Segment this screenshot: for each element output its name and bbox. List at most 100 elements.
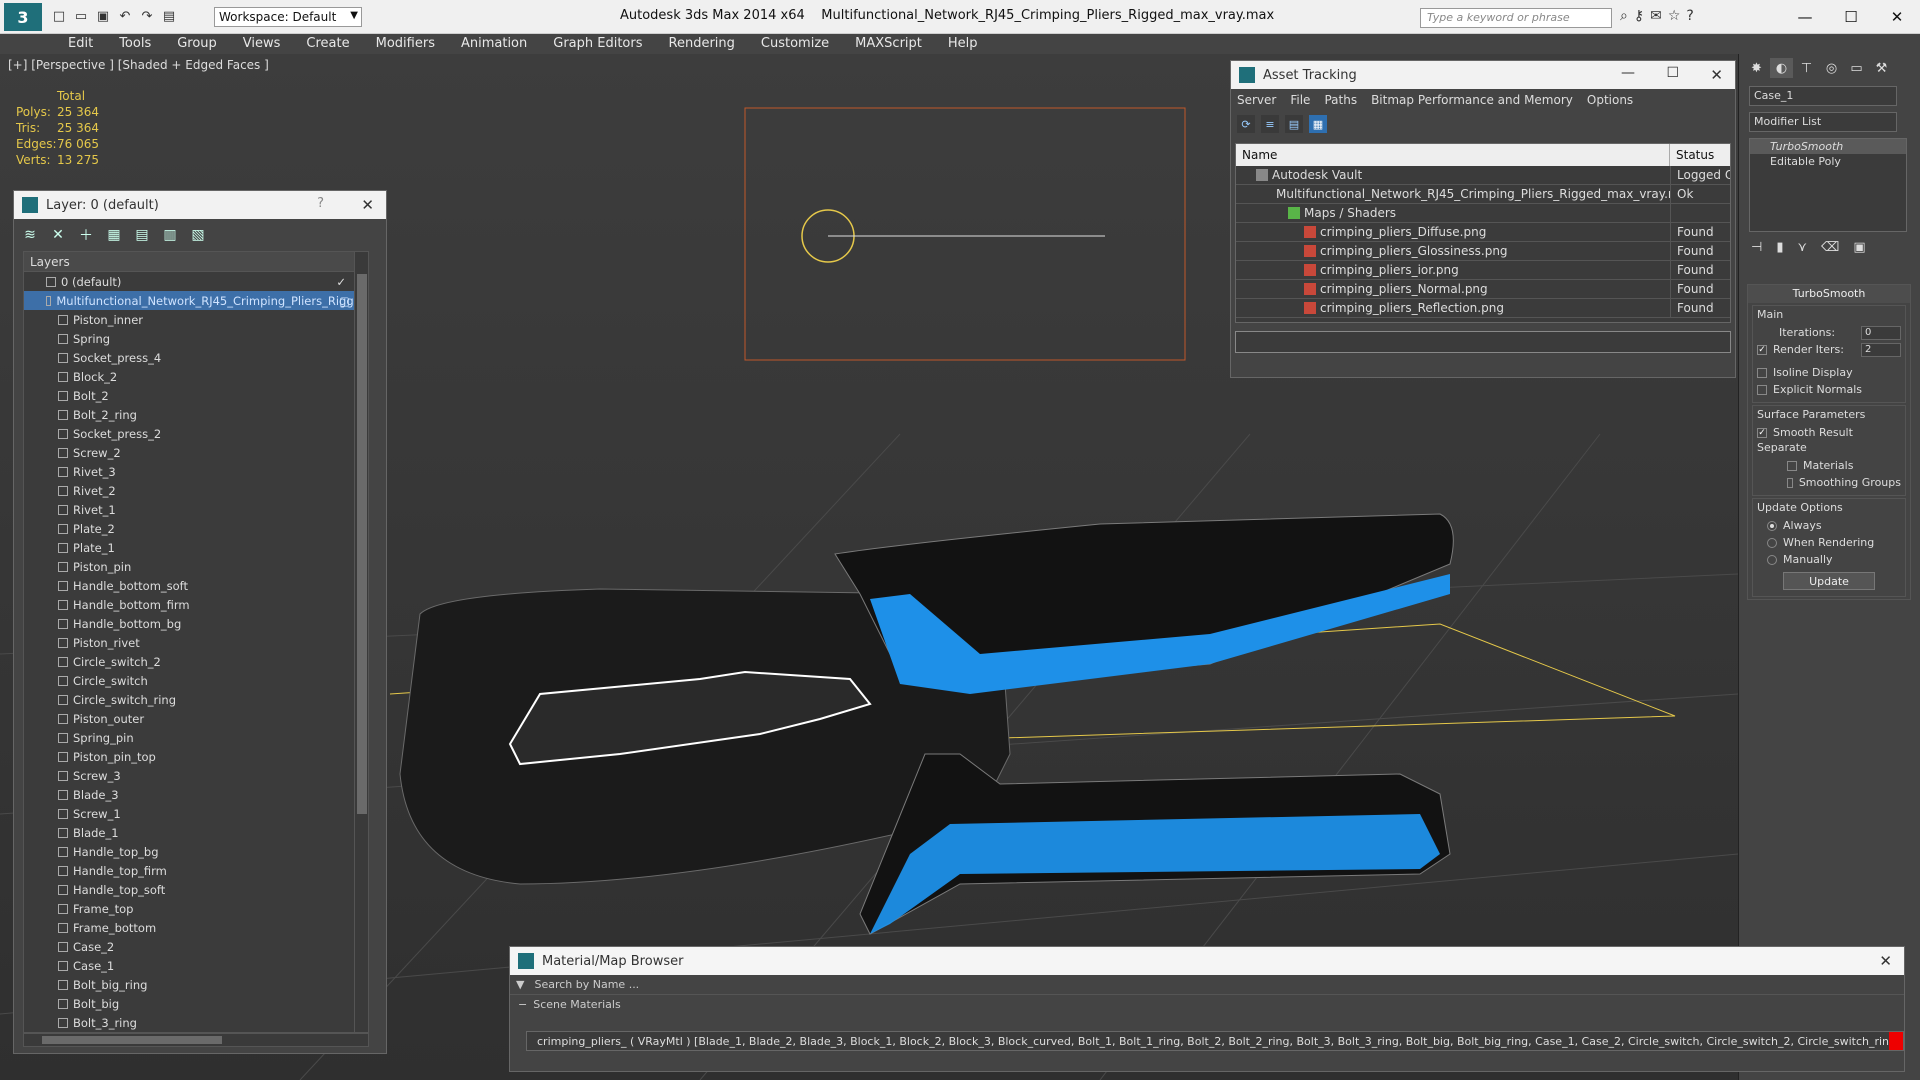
isoline-checkbox[interactable] xyxy=(1757,367,1767,378)
pin-stack-icon[interactable]: ⊣ xyxy=(1751,240,1762,255)
grid-view-icon[interactable]: ▦ xyxy=(1309,115,1327,133)
layer-item[interactable]: Piston_rivet xyxy=(24,633,368,652)
asset-menu-bitmap-performance-and-memory[interactable]: Bitmap Performance and Memory xyxy=(1371,93,1573,107)
layer-item[interactable]: Piston_inner xyxy=(24,310,368,329)
menu-item-rendering[interactable]: Rendering xyxy=(656,34,748,54)
motion-tab-icon[interactable]: ◎ xyxy=(1820,58,1843,78)
layer-item[interactable]: Spring_pin xyxy=(24,728,368,747)
show-end-result-icon[interactable]: ▮ xyxy=(1776,240,1783,255)
display-tab-icon[interactable]: ▭ xyxy=(1845,58,1868,78)
menu-item-help[interactable]: Help xyxy=(935,34,991,54)
materials-checkbox[interactable] xyxy=(1787,460,1797,471)
layer-item[interactable]: Bolt_big xyxy=(24,994,368,1013)
menu-item-maxscript[interactable]: MAXScript xyxy=(842,34,935,54)
asset-row[interactable]: Maps / Shaders xyxy=(1236,204,1730,223)
layer-item[interactable]: Piston_pin xyxy=(24,557,368,576)
iterations-spinner[interactable]: 0 xyxy=(1861,325,1901,340)
viewport-label[interactable]: [+] [Perspective ] [Shaded + Edged Faces… xyxy=(8,58,269,72)
remove-modifier-icon[interactable]: ⌫ xyxy=(1821,240,1839,255)
menu-item-tools[interactable]: Tools xyxy=(106,34,164,54)
asset-row[interactable]: Multifunctional_Network_RJ45_Crimping_Pl… xyxy=(1236,185,1730,204)
modifier-list-dropdown[interactable]: Modifier List xyxy=(1749,112,1897,132)
column-name[interactable]: Name xyxy=(1236,144,1670,166)
redo-icon[interactable]: ↷ xyxy=(138,7,156,25)
layer-item[interactable]: Screw_1 xyxy=(24,804,368,823)
layer-item[interactable]: Handle_bottom_firm xyxy=(24,595,368,614)
explicit-normals-checkbox[interactable] xyxy=(1757,384,1767,395)
asset-row[interactable]: crimping_pliers_Reflection.png Found xyxy=(1236,299,1730,318)
layer-item[interactable]: Piston_pin_top xyxy=(24,747,368,766)
asset-menu-file[interactable]: File xyxy=(1290,93,1310,107)
maximize-icon[interactable]: ☐ xyxy=(1828,0,1874,34)
material-row[interactable]: crimping_pliers_ ( VRayMtl ) [Blade_1, B… xyxy=(526,1031,1904,1051)
stack-item-editable-poly[interactable]: Editable Poly xyxy=(1750,154,1906,169)
layer-item[interactable]: 0 (default) ✓ xyxy=(24,272,368,291)
menu-item-group[interactable]: Group xyxy=(164,34,230,54)
layer-item[interactable]: Blade_3 xyxy=(24,785,368,804)
layer-panel-titlebar[interactable]: Layer: 0 (default) ? ✕ xyxy=(14,191,386,219)
help-icon[interactable]: ? xyxy=(1686,8,1693,24)
asset-menu-server[interactable]: Server xyxy=(1237,93,1276,107)
update-button[interactable]: Update xyxy=(1783,572,1875,590)
render-iters-spinner[interactable]: 2 xyxy=(1861,342,1901,357)
asset-menu-paths[interactable]: Paths xyxy=(1324,93,1357,107)
layer-item[interactable]: Screw_3 xyxy=(24,766,368,785)
menu-item-animation[interactable]: Animation xyxy=(448,34,540,54)
when-rendering-radio[interactable] xyxy=(1767,537,1777,548)
make-unique-icon[interactable]: ⋎ xyxy=(1797,240,1807,255)
always-radio[interactable] xyxy=(1767,520,1777,531)
smoothing-groups-checkbox[interactable] xyxy=(1787,477,1793,488)
layer-tool-icon[interactable]: ≋ xyxy=(20,225,40,245)
layer-item[interactable]: Multifunctional_Network_RJ45_Crimping_Pl… xyxy=(24,291,368,310)
layer-item[interactable]: Circle_switch xyxy=(24,671,368,690)
new-file-icon[interactable]: □ xyxy=(50,7,68,25)
current-layer-check-icon[interactable]: ✓ xyxy=(336,275,346,289)
options-dropdown-icon[interactable]: ▼ xyxy=(516,978,524,991)
layer-item[interactable]: Bolt_2_ring xyxy=(24,405,368,424)
menu-item-graph-editors[interactable]: Graph Editors xyxy=(540,34,655,54)
app-menu-button[interactable]: 3 xyxy=(4,3,42,31)
asset-row[interactable]: crimping_pliers_Diffuse.png Found xyxy=(1236,223,1730,242)
refresh-icon[interactable]: ⟳ xyxy=(1237,115,1255,133)
layer-item[interactable]: Case_2 xyxy=(24,937,368,956)
menu-item-edit[interactable]: Edit xyxy=(55,34,106,54)
asset-row[interactable]: crimping_pliers_Normal.png Found xyxy=(1236,280,1730,299)
layer-list[interactable]: Layers 0 (default) ✓ Multifunctional_Netwo… xyxy=(23,251,369,1033)
open-file-icon[interactable]: ▭ xyxy=(72,7,90,25)
layer-list-hscroll[interactable] xyxy=(23,1033,369,1047)
layer-item[interactable]: Bolt_3_ring xyxy=(24,1013,368,1032)
asset-row[interactable]: crimping_pliers_ior.png Found xyxy=(1236,261,1730,280)
layer-item[interactable]: Screw_2 xyxy=(24,443,368,462)
close-icon[interactable]: ✕ xyxy=(361,196,374,214)
layer-item[interactable]: Handle_bottom_bg xyxy=(24,614,368,633)
layer-item[interactable]: Rivet_2 xyxy=(24,481,368,500)
material-search-input[interactable]: Search by Name ... xyxy=(534,978,639,991)
layer-item[interactable]: Rivet_1 xyxy=(24,500,368,519)
undo-icon[interactable]: ↶ xyxy=(116,7,134,25)
communication-icon[interactable]: ✉ xyxy=(1650,8,1662,24)
layer-item[interactable]: Frame_bottom xyxy=(24,918,368,937)
modify-tab-icon[interactable]: ◐ xyxy=(1770,58,1793,78)
layers-column-header[interactable]: Layers xyxy=(24,252,368,272)
layer-item[interactable]: Plate_1 xyxy=(24,538,368,557)
manually-radio[interactable] xyxy=(1767,554,1777,565)
menu-item-customize[interactable]: Customize xyxy=(748,34,842,54)
project-folder-icon[interactable]: ▤ xyxy=(160,7,178,25)
layer-item[interactable]: Case_1 xyxy=(24,956,368,975)
highlight-layer-icon[interactable]: ▥ xyxy=(160,225,180,245)
layer-item[interactable]: Handle_bottom_soft xyxy=(24,576,368,595)
layer-list-vscroll[interactable] xyxy=(354,252,368,1032)
smooth-result-checkbox[interactable]: ✓ xyxy=(1757,427,1767,438)
layer-item[interactable]: Socket_press_2 xyxy=(24,424,368,443)
add-selection-icon[interactable]: ▦ xyxy=(104,225,124,245)
layer-item[interactable]: Plate_2 xyxy=(24,519,368,538)
layer-item[interactable]: Circle_switch_2 xyxy=(24,652,368,671)
list-view-icon[interactable]: ≡ xyxy=(1261,115,1279,133)
table-view-icon[interactable]: ▤ xyxy=(1285,115,1303,133)
delete-layer-icon[interactable]: ✕ xyxy=(48,225,68,245)
utilities-tab-icon[interactable]: ⚒ xyxy=(1870,58,1893,78)
layer-item[interactable]: Handle_top_firm xyxy=(24,861,368,880)
close-icon[interactable]: ✕ xyxy=(1710,66,1723,84)
layer-item[interactable]: Socket_press_4 xyxy=(24,348,368,367)
subscription-icon[interactable]: ⚷ xyxy=(1634,8,1644,24)
